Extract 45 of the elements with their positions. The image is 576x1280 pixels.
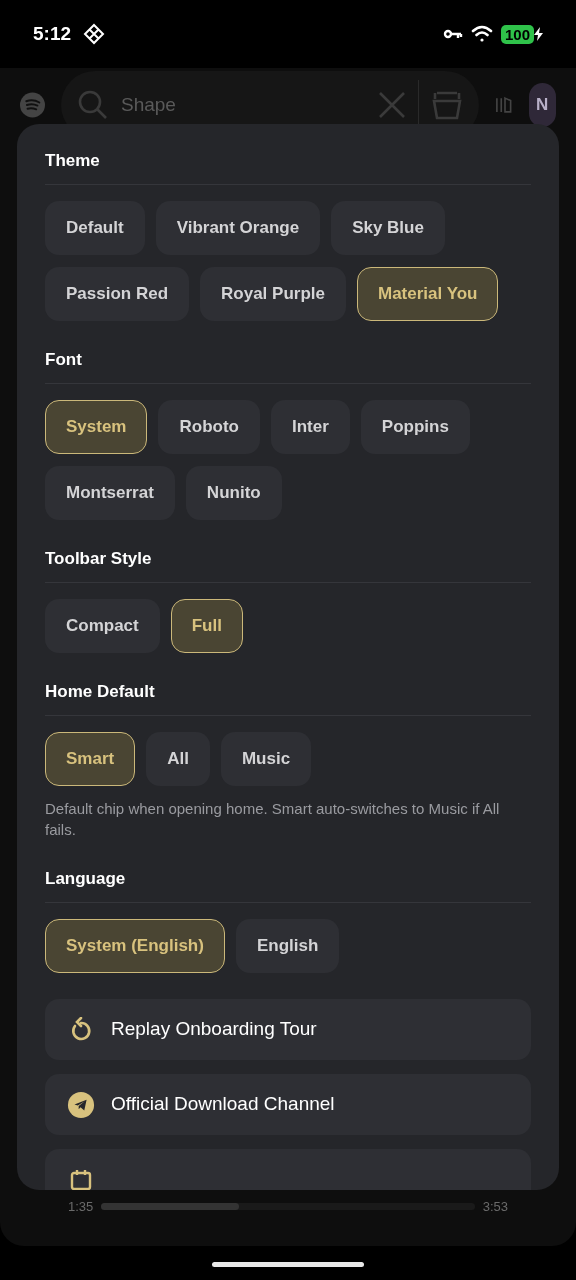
- clock: 5:12: [33, 21, 72, 46]
- action-label: Official Download Channel: [111, 1092, 335, 1117]
- action-row[interactable]: Replay Onboarding Tour: [45, 999, 531, 1060]
- diamond-grid-icon: [83, 23, 106, 45]
- calendar-icon: [69, 1167, 93, 1190]
- option-chip[interactable]: Montserrat: [45, 466, 175, 520]
- option-chip[interactable]: System (English): [45, 919, 225, 973]
- section-title: Home Default: [45, 681, 156, 703]
- option-chip[interactable]: Poppins: [360, 400, 470, 454]
- avatar[interactable]: N: [528, 83, 556, 127]
- paper-plane-icon: [67, 1089, 95, 1120]
- option-chip[interactable]: Material You: [356, 267, 499, 321]
- option-chip[interactable]: Full: [170, 599, 243, 653]
- section-title: Toolbar Style: [45, 548, 153, 570]
- section-title: Theme: [45, 150, 101, 172]
- option-chip[interactable]: Music: [220, 732, 312, 786]
- replay-icon: [69, 1016, 93, 1043]
- action-row[interactable]: Official Download Channel: [45, 1074, 531, 1135]
- action-label: Replay Onboarding Tour: [111, 1017, 317, 1042]
- option-chip[interactable]: Nunito: [185, 466, 282, 520]
- option-chip[interactable]: Compact: [45, 599, 160, 653]
- battery-indicator: 100: [500, 24, 534, 44]
- option-chip[interactable]: Royal Purple: [200, 267, 346, 321]
- basket-icon[interactable]: [431, 89, 463, 121]
- progress-track[interactable]: [101, 1202, 475, 1210]
- total-time: 3:53: [482, 1197, 508, 1216]
- option-chip[interactable]: Smart: [45, 732, 136, 786]
- section-title: Font: [45, 349, 83, 371]
- option-chip[interactable]: Roboto: [158, 400, 260, 454]
- option-chip[interactable]: Passion Red: [45, 267, 190, 321]
- key-icon: [442, 28, 463, 40]
- option-chip[interactable]: System: [45, 400, 148, 454]
- option-chip[interactable]: All: [146, 732, 210, 786]
- option-chip[interactable]: Default: [45, 201, 145, 255]
- section-title: Language: [45, 868, 127, 890]
- help-text: Default chip when opening home. Smart auto-switches to Music if All fails.: [45, 799, 501, 840]
- search-icon: [77, 89, 109, 121]
- search-field[interactable]: Shape: [121, 90, 366, 120]
- elapsed-time: 1:35: [68, 1197, 94, 1216]
- option-chip[interactable]: Vibrant Orange: [155, 201, 321, 255]
- wifi-icon: [470, 25, 493, 43]
- close-icon[interactable]: [378, 91, 406, 119]
- option-chip[interactable]: Sky Blue: [331, 201, 445, 255]
- option-chip[interactable]: English: [235, 919, 340, 973]
- option-chip[interactable]: Inter: [270, 400, 350, 454]
